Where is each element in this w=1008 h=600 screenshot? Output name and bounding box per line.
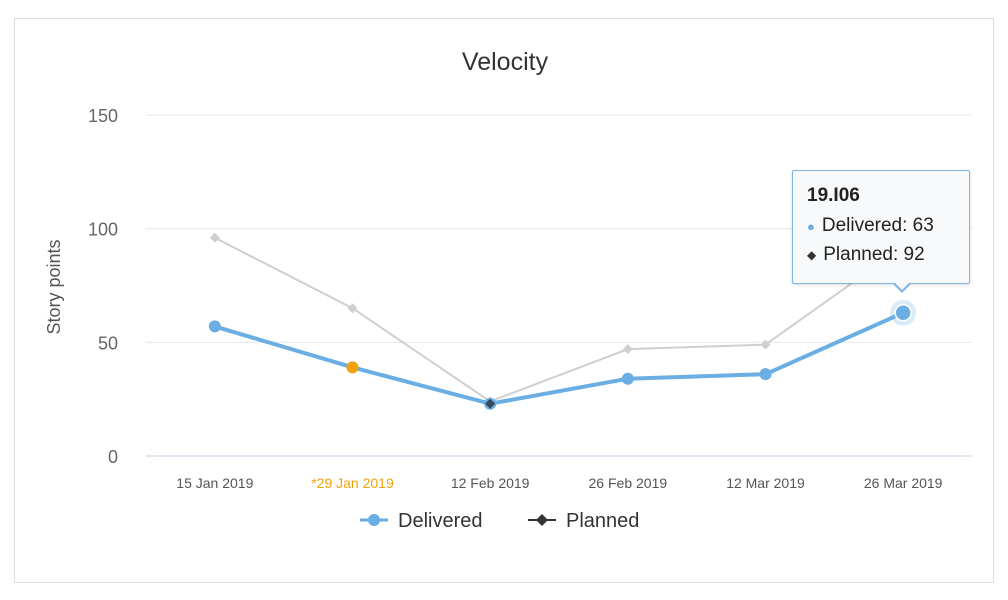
planned-point xyxy=(209,232,220,243)
y-tick-label: 150 xyxy=(88,106,118,126)
chart-title: Velocity xyxy=(462,48,549,76)
y-axis-label: Story points xyxy=(44,239,64,334)
planned-point xyxy=(622,344,633,355)
y-tick-label: 50 xyxy=(98,333,118,353)
legend-planned-marker xyxy=(536,514,548,526)
x-tick-label: 12 Feb 2019 xyxy=(451,475,530,491)
delivered-point xyxy=(894,304,912,322)
y-tick-label: 100 xyxy=(88,220,118,240)
velocity-chart: Velocity Story points 0 50 100 150 15 Jan 2… xyxy=(44,48,972,532)
planned-diamond-icon: ◆ xyxy=(807,248,817,262)
delivered-point xyxy=(759,368,772,381)
delivered-point xyxy=(621,372,634,385)
x-tick-label: 26 Feb 2019 xyxy=(589,475,668,491)
delivered-point xyxy=(346,361,359,374)
delivered-point xyxy=(208,320,221,333)
delivered-dot-icon: ● xyxy=(807,218,815,234)
delivered-line xyxy=(214,310,904,406)
x-tick-label: 15 Jan 2019 xyxy=(176,475,253,491)
legend-delivered-marker xyxy=(368,514,380,526)
data-tooltip: 19.I06 ● Delivered: 63 ◆ Planned: 92 xyxy=(792,170,970,284)
x-tick-label: 12 Mar 2019 xyxy=(726,475,805,491)
legend-delivered-label: Delivered xyxy=(398,510,482,532)
tooltip-planned-text: Planned: 92 xyxy=(823,244,925,265)
legend-planned-label: Planned xyxy=(566,510,639,532)
tooltip-delivered-text: Delivered: 63 xyxy=(821,215,934,236)
tooltip-delivered-row: ● Delivered: 63 xyxy=(807,215,955,237)
x-tick-label: 26 Mar 2019 xyxy=(864,475,943,491)
tooltip-title: 19.I06 xyxy=(807,185,860,206)
tooltip-planned-row: ◆ Planned: 92 xyxy=(807,244,955,266)
x-tick-label: *29 Jan 2019 xyxy=(311,475,394,491)
tooltip-arrow-inner xyxy=(894,282,910,290)
y-tick-label: 0 xyxy=(108,447,118,467)
